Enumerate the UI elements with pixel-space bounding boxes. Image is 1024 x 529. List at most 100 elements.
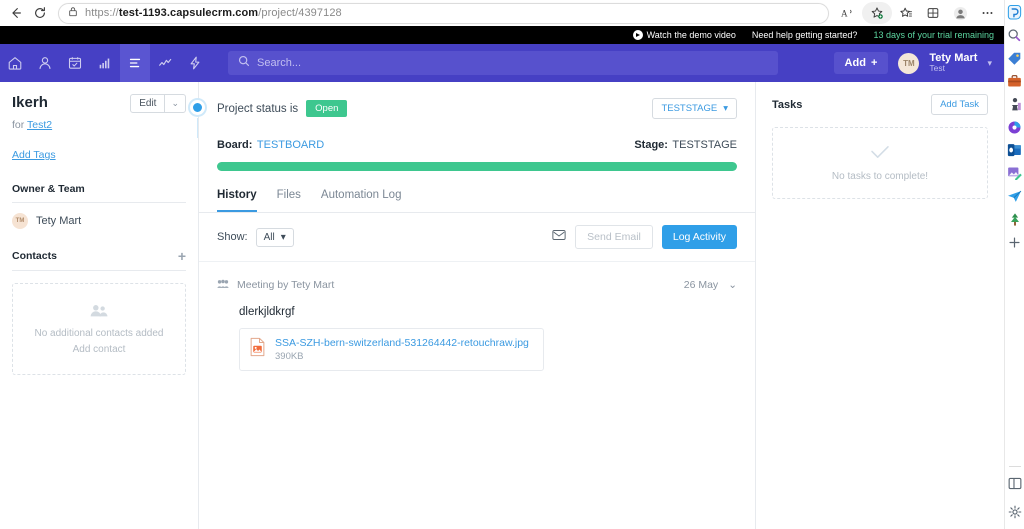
- image-file-icon: [249, 337, 266, 362]
- activity-date: 26 May: [683, 279, 719, 291]
- attachment-name[interactable]: SSA-SZH-bern-switzerland-531264442-retou…: [275, 337, 529, 349]
- read-aloud-icon[interactable]: A: [835, 2, 861, 24]
- page-title: Ikerh: [12, 94, 48, 111]
- activity-body-text: dlerkjldkrgf: [239, 306, 295, 318]
- user-menu[interactable]: Tety Mart Test: [929, 52, 977, 74]
- owner-name: Tety Mart: [36, 215, 82, 227]
- search-input[interactable]: Search...: [228, 51, 778, 75]
- stage-dropdown-label: TESTSTAGE: [661, 103, 718, 114]
- tab-files[interactable]: Files: [277, 189, 301, 212]
- edge-sidebar: [1004, 0, 1024, 529]
- need-help-link[interactable]: Need help getting started?: [752, 30, 858, 40]
- project-parent: for Test2: [12, 119, 186, 131]
- activity-entry: Meeting by Tety Mart 26 May ⌄ dlerkjldkr…: [199, 261, 755, 393]
- watch-demo-link[interactable]: Watch the demo video: [632, 30, 736, 40]
- owner-avatar: TM: [12, 213, 28, 229]
- projects-icon[interactable]: [120, 44, 150, 82]
- collections-icon[interactable]: [920, 2, 946, 24]
- meeting-people-icon: [217, 276, 229, 294]
- tree-icon[interactable]: [1006, 210, 1024, 228]
- edit-button-group: Edit ⌄: [130, 94, 186, 113]
- home-icon[interactable]: [0, 44, 30, 82]
- back-arrow-icon[interactable]: [4, 2, 28, 24]
- parent-link[interactable]: Test2: [27, 119, 52, 131]
- status-left: Project status is Open: [217, 100, 348, 117]
- drop-icon[interactable]: [1006, 187, 1024, 205]
- sales-trend-icon[interactable]: [150, 44, 180, 82]
- history-toolbar-actions: Send Email Log Activity: [552, 225, 737, 249]
- show-filter-label: Show:: [217, 231, 248, 243]
- board-label: Board:: [217, 139, 253, 151]
- timeline-line: [197, 118, 198, 138]
- board-stage-row: Board: TESTBOARD Stage: TESTSTAGE: [217, 135, 737, 153]
- stage-label: Stage:: [634, 139, 668, 151]
- chevron-down-icon[interactable]: ⌄: [728, 279, 737, 291]
- contacts-empty-state[interactable]: No additional contacts added Add contact: [12, 283, 186, 375]
- search-placeholder: Search...: [257, 57, 302, 69]
- svg-text:A: A: [841, 8, 848, 18]
- plus-icon: +: [870, 57, 878, 69]
- add-button[interactable]: Add +: [833, 52, 889, 74]
- people-group-icon: [89, 303, 109, 323]
- add-button-label: Add: [844, 57, 866, 69]
- chevron-down-icon[interactable]: ⌄: [164, 95, 185, 112]
- tools-icon[interactable]: [1006, 72, 1024, 90]
- project-sidebar: Ikerh Edit ⌄ for Test2 Add Tags Owner & …: [0, 82, 198, 529]
- calendar-icon[interactable]: [60, 44, 90, 82]
- outlook-icon[interactable]: [1006, 141, 1024, 159]
- owner-team-section-header: Owner & Team: [12, 183, 186, 203]
- stage-dropdown[interactable]: TESTSTAGE ▾: [652, 98, 737, 119]
- tasks-panel: Tasks Add Task No tasks to complete!: [756, 82, 1004, 529]
- tasks-empty-state: No tasks to complete!: [772, 127, 988, 199]
- navbar-right: Add + TM Tety Mart Test ▾: [833, 52, 1004, 74]
- browser-toolbar-actions: A: [835, 2, 1000, 24]
- favorites-icon[interactable]: [893, 2, 919, 24]
- add-task-button[interactable]: Add Task: [931, 94, 988, 115]
- add-tags-link[interactable]: Add Tags: [12, 149, 56, 161]
- stage-info: Stage: TESTSTAGE: [634, 135, 737, 153]
- copilot-icon[interactable]: [1006, 3, 1024, 21]
- split-screen-icon[interactable]: [1006, 474, 1024, 492]
- add-favorite-icon[interactable]: [862, 2, 892, 24]
- office-icon[interactable]: [1006, 118, 1024, 136]
- watch-demo-label: Watch the demo video: [646, 30, 736, 40]
- send-email-button[interactable]: Send Email: [575, 225, 653, 249]
- board-value[interactable]: TESTBOARD: [257, 139, 324, 151]
- avatar[interactable]: TM: [898, 52, 920, 74]
- status-badge[interactable]: Open: [306, 100, 348, 117]
- tab-history[interactable]: History: [217, 189, 257, 212]
- bar-chart-icon[interactable]: [90, 44, 120, 82]
- contacts-section-header: Contacts +: [12, 249, 186, 271]
- image-editor-icon[interactable]: [1006, 164, 1024, 182]
- owner-row[interactable]: TM Tety Mart: [12, 213, 186, 229]
- chevron-down-icon: ▾: [280, 231, 286, 243]
- browser-window: https://test-1193.capsulecrm.com/project…: [0, 0, 1024, 529]
- search-icon[interactable]: [1006, 26, 1024, 44]
- address-bar[interactable]: https://test-1193.capsulecrm.com/project…: [58, 2, 829, 24]
- edit-button[interactable]: Edit: [131, 95, 164, 112]
- activity-date-group: 26 May ⌄: [684, 279, 737, 291]
- sidebar-divider: [1008, 466, 1021, 467]
- tab-automation-log[interactable]: Automation Log: [321, 189, 402, 212]
- add-contact-link[interactable]: Add contact: [73, 344, 126, 355]
- add-sidebar-icon[interactable]: [1006, 233, 1024, 251]
- log-activity-button[interactable]: Log Activity: [661, 225, 737, 249]
- chevron-down-icon[interactable]: ▾: [987, 58, 992, 69]
- tasks-header: Tasks Add Task: [772, 94, 988, 115]
- activity-attachment[interactable]: SSA-SZH-bern-switzerland-531264442-retou…: [239, 328, 544, 371]
- envelope-icon[interactable]: [552, 228, 566, 246]
- games-icon[interactable]: [1006, 95, 1024, 113]
- attachment-info: SSA-SZH-bern-switzerland-531264442-retou…: [275, 337, 529, 362]
- sidebar-settings-icon[interactable]: [1006, 503, 1024, 521]
- automation-icon[interactable]: [180, 44, 210, 82]
- profile-icon[interactable]: [947, 2, 973, 24]
- add-contact-plus-icon[interactable]: +: [178, 249, 186, 263]
- tasks-empty-text: No tasks to complete!: [831, 171, 929, 182]
- attachment-size: 390KB: [275, 351, 304, 362]
- reload-icon[interactable]: [28, 2, 52, 24]
- board-info: Board: TESTBOARD: [217, 135, 324, 153]
- shopping-tag-icon[interactable]: [1006, 49, 1024, 67]
- show-filter-select[interactable]: All ▾: [255, 227, 294, 247]
- people-icon[interactable]: [30, 44, 60, 82]
- ellipsis-icon[interactable]: [974, 2, 1000, 24]
